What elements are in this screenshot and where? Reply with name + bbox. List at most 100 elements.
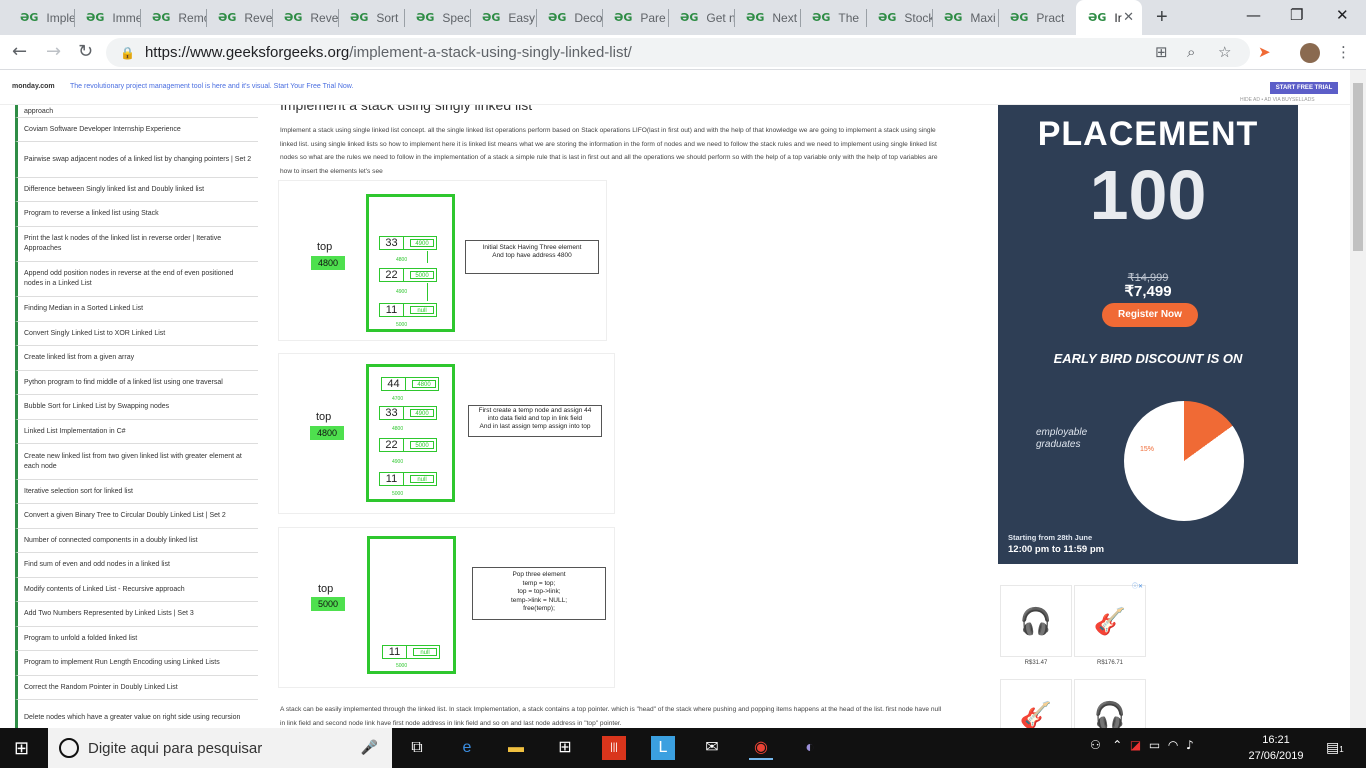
- avatar[interactable]: [1300, 43, 1320, 63]
- ad-text[interactable]: The revolutionary project management too…: [70, 83, 353, 90]
- headphones-icon[interactable]: 🎧: [1074, 679, 1146, 728]
- browser-tab[interactable]: ƏG Reve: [206, 0, 272, 35]
- hide-ad-link[interactable]: HIDE AD • AD VIA BUYSELLADS: [1240, 97, 1315, 103]
- scroll-thumb[interactable]: [1353, 83, 1363, 251]
- browser-tab[interactable]: ƏG Pare: [602, 0, 668, 35]
- sidebar-item-label: Iterative selection sort for linked list: [24, 487, 133, 495]
- tab-title: Reve: [244, 10, 272, 25]
- sidebar-item[interactable]: approach: [15, 105, 258, 118]
- sidebar-item[interactable]: Difference between Singly linked list an…: [15, 178, 258, 202]
- mail-icon[interactable]: ✉: [700, 736, 724, 760]
- browser-tab[interactable]: ƏG Stock: [866, 0, 932, 35]
- browser-tab[interactable]: ƏG Maxi: [932, 0, 998, 35]
- gfg-favicon-icon: ƏG: [218, 11, 237, 24]
- adchoices-icon[interactable]: ⓘ✕: [1132, 581, 1143, 590]
- microphone-icon[interactable]: 🎤: [361, 739, 378, 756]
- sidebar-item[interactable]: Delete nodes which have a greater value …: [15, 700, 258, 728]
- browser-tab[interactable]: ƏG Spec: [404, 0, 470, 35]
- browser-tab[interactable]: ƏG Get n: [668, 0, 734, 35]
- browser-tab[interactable]: ƏG Sort: [338, 0, 404, 35]
- guitar-icon[interactable]: 🎸: [1074, 585, 1146, 657]
- sidebar-item[interactable]: Coviam Software Developer Internship Exp…: [15, 118, 258, 142]
- page-scrollbar[interactable]: [1350, 70, 1366, 728]
- start-trial-button[interactable]: START FREE TRIAL: [1270, 82, 1338, 94]
- bookmark-star-icon[interactable]: ☆: [1218, 43, 1231, 61]
- browser-tab[interactable]: ƏG Remo: [140, 0, 206, 35]
- stack-figure-3: top 5000 11 null 5000 Pop three element t…: [278, 527, 615, 688]
- placement-ad[interactable]: PLACEMENT 100 ₹14,999 ₹7,499 Register No…: [998, 105, 1298, 564]
- browser-tab[interactable]: ƏG Pract: [998, 0, 1068, 35]
- sidebar-item[interactable]: Number of connected components in a doub…: [15, 529, 258, 553]
- gfg-favicon-icon: ƏG: [1088, 11, 1107, 24]
- system-tray[interactable]: ⚇ ⌃ ◪ ▭ ◠ ♪: [1090, 738, 1194, 752]
- keyboard-icon[interactable]: ▭: [1149, 738, 1160, 752]
- browser-tab[interactable]: ƏG The: [800, 0, 866, 35]
- wifi-icon[interactable]: ◠: [1168, 738, 1178, 752]
- close-window-icon[interactable]: ✕: [1336, 6, 1349, 24]
- edge-icon[interactable]: e: [455, 736, 479, 760]
- browser-tab[interactable]: ƏG Deco: [536, 0, 602, 35]
- office-app-icon[interactable]: |||: [602, 736, 626, 760]
- sidebar-item[interactable]: Add Two Numbers Represented by Linked Li…: [15, 602, 258, 627]
- browser-tab[interactable]: ƏG Next: [734, 0, 800, 35]
- sidebar-item[interactable]: Correct the Random Pointer in Doubly Lin…: [15, 676, 258, 700]
- sidebar-item[interactable]: Program to reverse a linked list using S…: [15, 202, 258, 227]
- browser-tab[interactable]: ƏG Easy: [470, 0, 536, 35]
- sidebar-item[interactable]: Program to implement Run Length Encoding…: [15, 651, 258, 676]
- sidebar-item-label: Number of connected components in a doub…: [24, 536, 198, 544]
- sidebar-item[interactable]: Append odd position nodes in reverse at …: [15, 262, 258, 297]
- top-ad-banner[interactable]: monday.com The revolutionary project man…: [0, 71, 1350, 105]
- people-icon[interactable]: ⚇: [1090, 738, 1101, 752]
- volume-icon[interactable]: ♪: [1186, 738, 1194, 752]
- register-now-button[interactable]: Register Now: [1102, 303, 1198, 327]
- sidebar-item[interactable]: Convert Singly Linked List to XOR Linked…: [15, 322, 258, 346]
- menu-icon[interactable]: ⋮: [1336, 43, 1351, 61]
- sidebar-item[interactable]: Pairwise swap adjacent nodes of a linked…: [15, 142, 258, 178]
- sidebar-item[interactable]: Convert a given Binary Tree to Circular …: [15, 504, 258, 529]
- sidebar-item[interactable]: Create linked list from a given array: [15, 346, 258, 371]
- file-explorer-icon[interactable]: ▬: [504, 736, 528, 760]
- sidebar-item[interactable]: Iterative selection sort for linked list: [15, 480, 258, 504]
- sidebar-item[interactable]: Finding Median in a Sorted Linked List: [15, 297, 258, 322]
- clock[interactable]: 16:21 27/06/2019: [1246, 732, 1306, 764]
- headphones-icon[interactable]: 🎧: [1000, 585, 1072, 657]
- browser-tab[interactable]: ƏG Reve: [272, 0, 338, 35]
- sidebar-item[interactable]: Find sum of even and odd nodes in a link…: [15, 553, 258, 578]
- minimize-icon[interactable]: —: [1246, 6, 1261, 24]
- app-l-icon[interactable]: L: [651, 736, 675, 760]
- extension-icon[interactable]: ➤: [1258, 43, 1271, 61]
- chevron-up-icon[interactable]: ⌃: [1112, 738, 1122, 752]
- sidebar-item[interactable]: Create new linked list from two given li…: [15, 444, 258, 480]
- zoom-icon[interactable]: ⌕: [1187, 43, 1195, 61]
- translate-icon[interactable]: ⊞: [1155, 43, 1168, 61]
- sidebar-item-label: Program to implement Run Length Encoding…: [24, 659, 220, 666]
- sidebar-item[interactable]: Bubble Sort for Linked List by Swapping …: [15, 395, 258, 420]
- back-icon[interactable]: ←: [12, 41, 27, 62]
- guitar-icon[interactable]: 🎸: [1000, 679, 1072, 728]
- sidebar-item[interactable]: Modify contents of Linked List - Recursi…: [15, 578, 258, 602]
- close-tab-icon[interactable]: ✕: [1123, 9, 1134, 25]
- task-view-icon[interactable]: ⧉: [405, 736, 429, 760]
- cortana-icon: [59, 738, 79, 758]
- store-icon[interactable]: ⊞: [553, 736, 577, 760]
- taskbar-search-box[interactable]: Digite aqui para pesquisar 🎤: [48, 728, 392, 768]
- browser-tab-active[interactable]: ƏG Ir ✕: [1076, 0, 1142, 35]
- antivirus-icon[interactable]: ◪: [1130, 738, 1141, 752]
- chrome-icon[interactable]: ◉: [749, 736, 773, 760]
- node-data: 44: [382, 378, 406, 390]
- new-tab-button[interactable]: +: [1156, 6, 1168, 29]
- address-bar[interactable]: 🔒 https://www.geeksforgeeks.org/implemen…: [106, 38, 1250, 67]
- reload-icon[interactable]: ↻: [78, 41, 93, 62]
- eclipse-icon[interactable]: ◐: [798, 736, 822, 760]
- windows-start-icon[interactable]: ⊞: [14, 738, 29, 759]
- notifications-icon[interactable]: ▤1: [1326, 739, 1344, 756]
- forward-icon[interactable]: →: [46, 41, 61, 62]
- sidebar-item[interactable]: Python program to find middle of a linke…: [15, 371, 258, 395]
- browser-tab[interactable]: ƏG Imme: [74, 0, 140, 35]
- restore-icon[interactable]: ❐: [1290, 6, 1303, 24]
- browser-tab[interactable]: ƏG Imple: [8, 0, 74, 35]
- sidebar-item[interactable]: Linked List Implementation in C#: [15, 420, 258, 444]
- sidebar-item[interactable]: Print the last k nodes of the linked lis…: [15, 227, 258, 262]
- sidebar-item[interactable]: Program to unfold a folded linked list: [15, 627, 258, 651]
- node-link: 5000: [410, 271, 434, 279]
